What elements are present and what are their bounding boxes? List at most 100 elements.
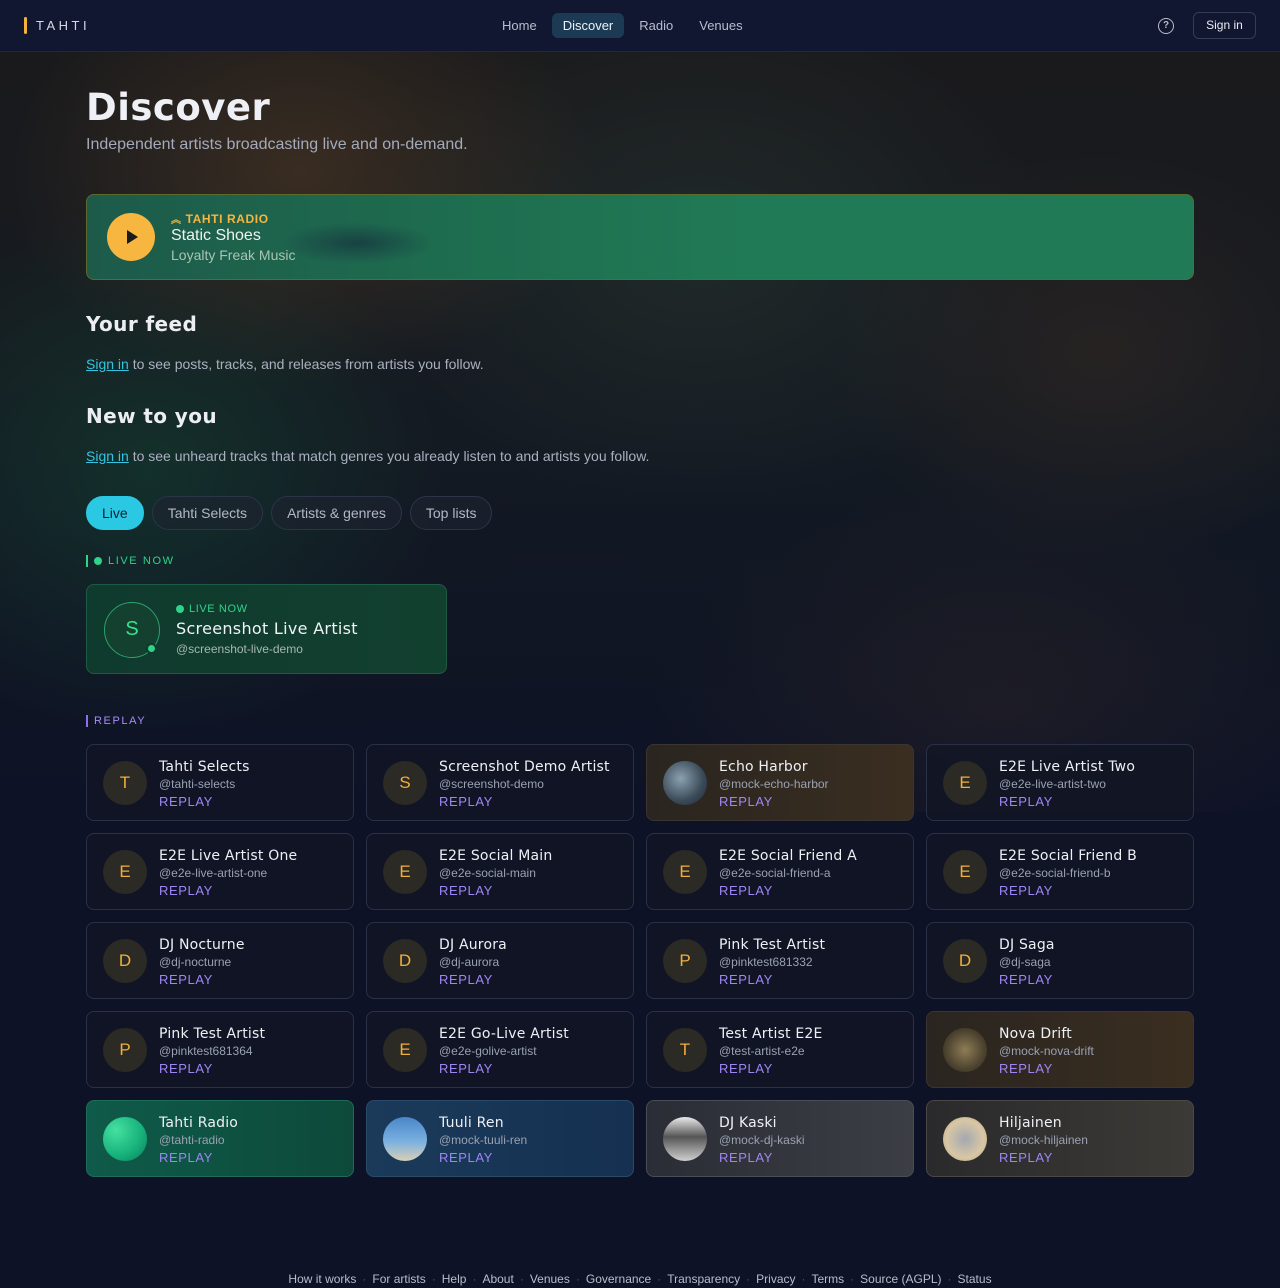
artist-name: Screenshot Demo Artist [439,759,610,775]
avatar [663,1117,707,1161]
replay-card[interactable]: P Pink Test Artist @pinktest681364 REPLAY [86,1011,354,1088]
nav-home[interactable]: Home [491,13,548,38]
replay-card[interactable]: Hiljainen @mock-hiljainen REPLAY [926,1100,1194,1177]
replay-badge: REPLAY [999,794,1053,809]
replay-badge: REPLAY [999,1150,1053,1165]
replay-card[interactable]: Tuuli Ren @mock-tuuli-ren REPLAY [366,1100,634,1177]
artist-name: Test Artist E2E [719,1026,823,1042]
help-icon[interactable]: ? [1158,18,1174,34]
footer-separator: · [362,1272,367,1286]
replay-badge: REPLAY [439,972,493,987]
footer-separator: · [575,1272,580,1286]
feed-sign-in-link[interactable]: Sign in [86,356,129,372]
sign-in-button[interactable]: Sign in [1193,12,1256,39]
avatar [103,1117,147,1161]
avatar [943,1117,987,1161]
artist-name: Tahti Selects [159,759,250,775]
replay-badge: REPLAY [719,883,773,898]
tab-artists-genres[interactable]: Artists & genres [271,496,402,530]
live-artist-handle: @screenshot-live-demo [176,642,303,656]
replay-card[interactable]: E E2E Social Friend B @e2e-social-friend-b… [926,833,1194,910]
radio-banner[interactable]: ︽ TAHTI RADIO Static Shoes Loyalty Freak … [86,194,1194,280]
avatar: E [383,850,427,894]
footer-link[interactable]: Transparency [667,1272,740,1286]
footer-link[interactable]: For artists [372,1272,425,1286]
footer-link[interactable]: About [482,1272,513,1286]
replay-badge: REPLAY [999,883,1053,898]
replay-badge: REPLAY [999,972,1053,987]
feed-title: Your feed [86,312,198,336]
footer-link[interactable]: Governance [586,1272,651,1286]
logo[interactable]: TAHTI [24,17,90,34]
footer-link[interactable]: Venues [530,1272,570,1286]
replay-card[interactable]: E E2E Social Friend A @e2e-social-friend-a… [646,833,914,910]
artist-handle: @dj-saga [999,955,1051,969]
artist-name: E2E Social Friend A [719,848,857,864]
artist-name: Tahti Radio [159,1115,239,1131]
radio-track-title: Static Shoes [171,227,261,244]
replay-card[interactable]: S Screenshot Demo Artist @screenshot-demo R… [366,744,634,821]
avatar: E [943,850,987,894]
tab-live[interactable]: Live [86,496,144,530]
artist-handle: @mock-dj-kaski [719,1133,805,1147]
footer-separator: · [519,1272,524,1286]
artist-handle: @e2e-social-main [439,866,536,880]
footer-link[interactable]: Terms [812,1272,845,1286]
replay-card[interactable]: Tahti Radio @tahti-radio REPLAY [86,1100,354,1177]
new-to-you-sign-in-link[interactable]: Sign in [86,448,129,464]
logo-mark [24,17,27,34]
artist-name: E2E Go-Live Artist [439,1026,569,1042]
artist-handle: @e2e-live-artist-two [999,777,1106,791]
footer-link[interactable]: How it works [288,1272,356,1286]
live-dot-icon [94,557,102,565]
replay-card[interactable]: T Test Artist E2E @test-artist-e2e REPLAY [646,1011,914,1088]
footer-separator: · [657,1272,662,1286]
replay-badge: REPLAY [159,794,213,809]
replay-card[interactable]: E E2E Live Artist Two @e2e-live-artist-two… [926,744,1194,821]
artist-handle: @tahti-radio [159,1133,225,1147]
replay-card[interactable]: E E2E Live Artist One @e2e-live-artist-one… [86,833,354,910]
footer-link[interactable]: Help [442,1272,467,1286]
replay-badge: REPLAY [439,1150,493,1165]
replay-badge: REPLAY [159,883,213,898]
replay-card[interactable]: D DJ Nocturne @dj-nocturne REPLAY [86,922,354,999]
replay-badge: REPLAY [439,794,493,809]
artist-name: DJ Aurora [439,937,507,953]
nav-discover[interactable]: Discover [551,13,625,38]
replay-card[interactable]: E E2E Go-Live Artist @e2e-golive-artist REP… [366,1011,634,1088]
replay-card[interactable]: Echo Harbor @mock-echo-harbor REPLAY [646,744,914,821]
live-dot-icon [176,605,184,613]
replay-badge: REPLAY [159,972,213,987]
feed-text: Sign in to see posts, tracks, and releas… [86,356,484,372]
replay-card[interactable]: D DJ Saga @dj-saga REPLAY [926,922,1194,999]
replay-card[interactable]: DJ Kaski @mock-dj-kaski REPLAY [646,1100,914,1177]
replay-card[interactable]: D DJ Aurora @dj-aurora REPLAY [366,922,634,999]
footer-link[interactable]: Privacy [756,1272,795,1286]
replay-badge: REPLAY [999,1061,1053,1076]
nav-radio[interactable]: Radio [628,13,684,38]
footer-link[interactable]: Status [958,1272,992,1286]
footer-link[interactable]: Source (AGPL) [860,1272,941,1286]
artist-handle: @mock-hiljainen [999,1133,1088,1147]
discover-tabs: Live Tahti Selects Artists & genres Top … [86,496,493,530]
artist-name: E2E Live Artist Two [999,759,1136,775]
play-button[interactable] [107,213,155,261]
replay-badge: REPLAY [719,1150,773,1165]
artist-handle: @tahti-selects [159,777,236,791]
nav-venues[interactable]: Venues [688,13,753,38]
live-artist-card[interactable]: S LIVE NOW Screenshot Live Artist @scree… [86,584,447,674]
artist-handle: @e2e-social-friend-b [999,866,1111,880]
avatar: S [383,761,427,805]
replay-card[interactable]: T Tahti Selects @tahti-selects REPLAY [86,744,354,821]
radio-track-artist: Loyalty Freak Music [171,247,296,263]
tab-tahti-selects[interactable]: Tahti Selects [151,496,264,530]
replay-card[interactable]: Nova Drift @mock-nova-drift REPLAY [926,1011,1194,1088]
avatar: P [103,1028,147,1072]
tab-top-lists[interactable]: Top lists [409,496,493,530]
replay-card[interactable]: E E2E Social Main @e2e-social-main REPLAY [366,833,634,910]
replay-bar [86,715,88,727]
footer-separator: · [947,1272,952,1286]
artist-name: Echo Harbor [719,759,808,775]
artist-handle: @e2e-social-friend-a [719,866,831,880]
replay-card[interactable]: P Pink Test Artist @pinktest681332 REPLAY [646,922,914,999]
